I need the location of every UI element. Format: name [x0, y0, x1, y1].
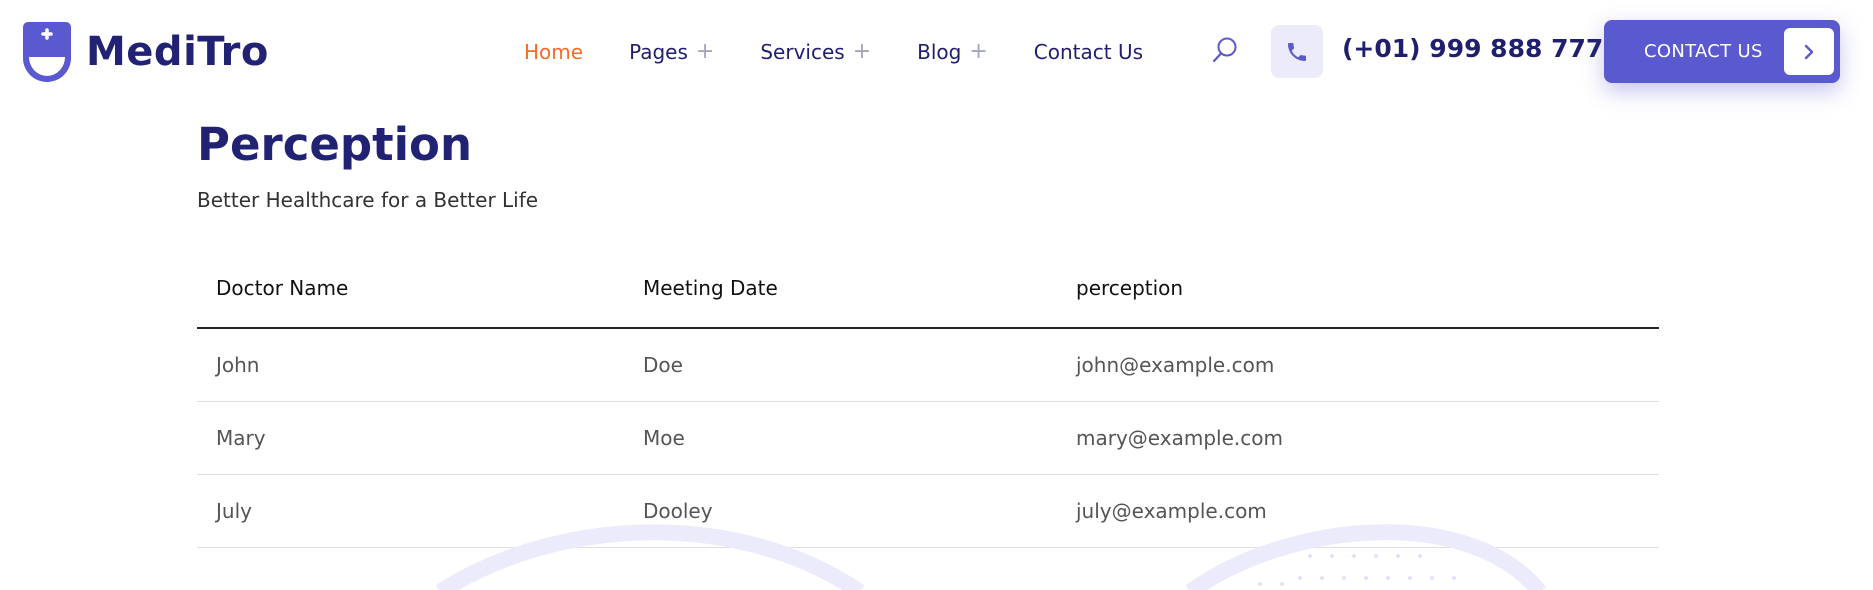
- table-cell: Doe: [624, 328, 1057, 402]
- page-title: Perception: [197, 118, 472, 171]
- contact-us-button-label: CONTACT US: [1644, 41, 1763, 62]
- brand-name: MediTro: [86, 29, 269, 75]
- table-row: Mary Moe mary@example.com: [197, 401, 1659, 475]
- plus-icon: +: [695, 39, 715, 64]
- search-button[interactable]: [1210, 34, 1240, 68]
- nav-item-pages[interactable]: Pages +: [629, 40, 714, 64]
- column-header-doctor-name: Doctor Name: [197, 249, 624, 329]
- nav-item-label: Services: [760, 40, 845, 64]
- phone-icon: [1288, 42, 1306, 61]
- phone-number[interactable]: (+01) 999 888 777: [1342, 34, 1603, 63]
- page: MediTro Home Pages + Services + Blog + C…: [0, 0, 1873, 590]
- nav-item-blog[interactable]: Blog +: [917, 40, 988, 64]
- nav-item-services[interactable]: Services +: [760, 40, 871, 64]
- main-content: Perception Better Healthcare for a Bette…: [197, 115, 1659, 548]
- background-wave-decoration: [435, 524, 1547, 590]
- table-cell: mary@example.com: [1057, 401, 1659, 475]
- brand-logo[interactable]: MediTro: [22, 20, 269, 84]
- table-cell: john@example.com: [1057, 328, 1659, 402]
- table-header-row: Doctor Name Meeting Date perception: [197, 249, 1659, 329]
- column-header-meeting-date: Meeting Date: [624, 249, 1057, 329]
- plus-icon: +: [969, 39, 988, 64]
- search-icon: [1212, 37, 1237, 63]
- nav-item-label: Home: [524, 40, 584, 64]
- chevron-right-icon: [1784, 28, 1834, 75]
- logo-icon: [23, 22, 71, 82]
- nav-item-label: Blog: [917, 40, 962, 64]
- table-cell: John: [197, 328, 624, 402]
- phone-call-button[interactable]: [1271, 25, 1323, 78]
- table-cell: Moe: [624, 401, 1057, 475]
- nav-item-contact-us[interactable]: Contact Us: [1034, 40, 1143, 64]
- nav-item-label: Contact Us: [1033, 40, 1144, 64]
- nav-item-home[interactable]: Home: [524, 40, 583, 64]
- perception-table: Doctor Name Meeting Date perception John…: [197, 249, 1659, 548]
- nav-item-label: Pages: [629, 40, 688, 64]
- table-row: John Doe john@example.com: [197, 328, 1659, 402]
- plus-icon: +: [852, 39, 872, 64]
- table-cell: Mary: [197, 401, 624, 475]
- page-subtitle: Better Healthcare for a Better Life: [197, 188, 539, 212]
- main-nav: Home Pages + Services + Blog + Contact U…: [524, 32, 1143, 72]
- contact-us-button[interactable]: CONTACT US: [1604, 20, 1840, 83]
- column-header-perception: perception: [1057, 249, 1659, 329]
- site-header: MediTro Home Pages + Services + Blog + C…: [0, 0, 1873, 103]
